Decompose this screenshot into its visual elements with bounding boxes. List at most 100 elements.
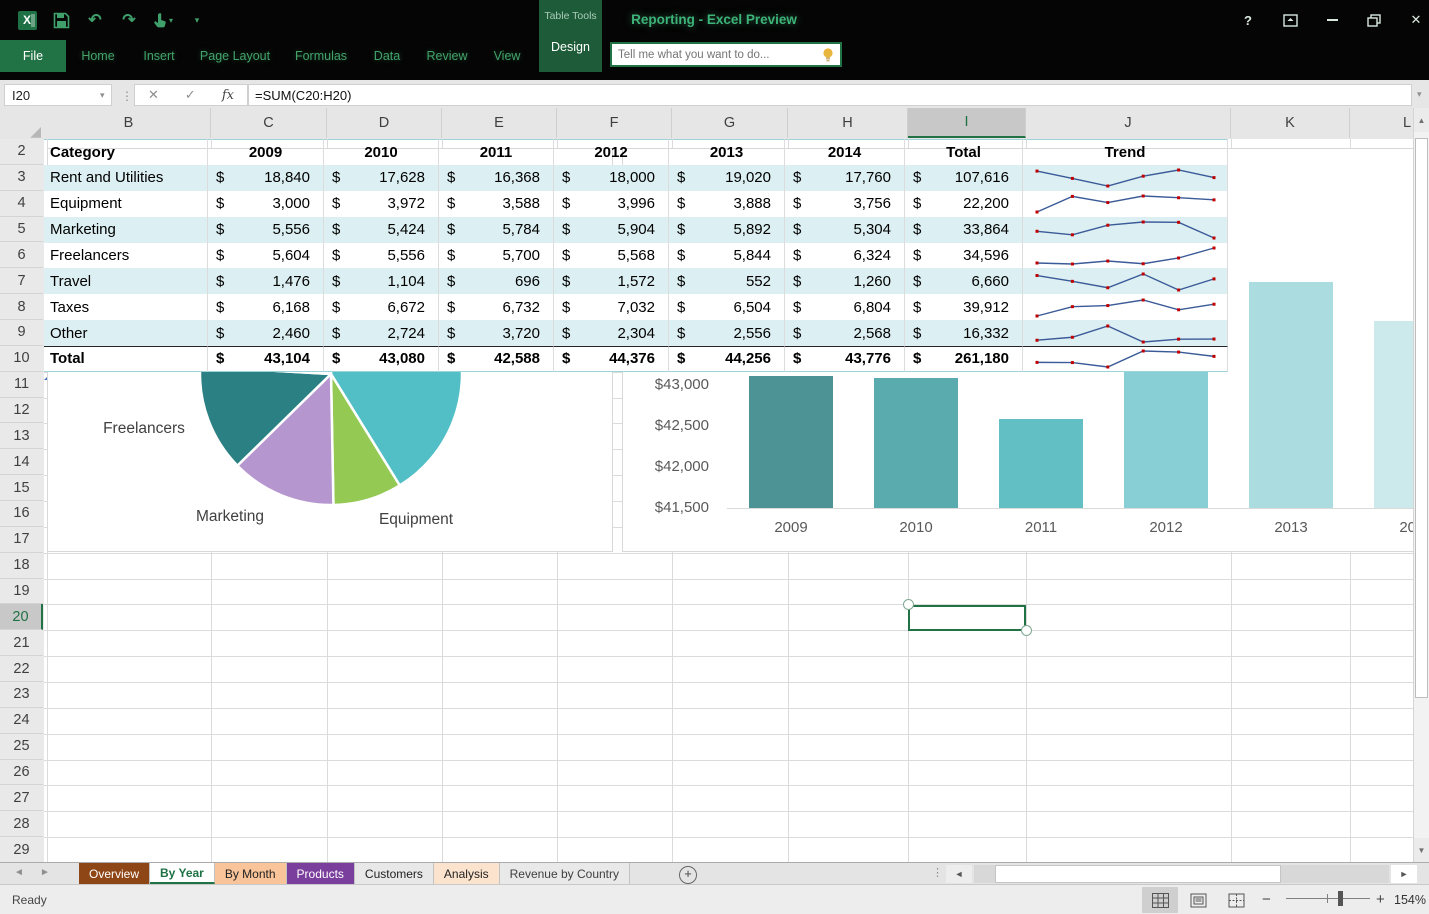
table-cell[interactable]: $19,020 xyxy=(669,165,785,191)
row-header-26[interactable]: 26 xyxy=(0,760,43,786)
table-cell[interactable] xyxy=(1023,320,1228,346)
table-cell[interactable]: $16,368 xyxy=(439,165,554,191)
scroll-down-icon[interactable]: ▼ xyxy=(1414,838,1429,862)
table-cell[interactable]: $5,304 xyxy=(785,216,905,243)
ribbon-tab-review[interactable]: Review xyxy=(427,49,468,63)
row-header-22[interactable]: 22 xyxy=(0,656,43,682)
select-all-corner[interactable]: ◢ xyxy=(0,108,45,140)
restore-icon[interactable] xyxy=(1358,8,1390,32)
table-cell[interactable]: $44,376 xyxy=(554,345,669,372)
sheet-nav-next-icon[interactable]: ► xyxy=(40,867,50,878)
table-cell[interactable]: $5,568 xyxy=(554,242,669,269)
formula-input[interactable] xyxy=(249,87,1411,103)
table-cell[interactable]: $5,844 xyxy=(669,242,785,269)
table-cell[interactable]: $1,476 xyxy=(208,268,324,295)
row-header-24[interactable]: 24 xyxy=(0,708,43,734)
column-header-D[interactable]: D xyxy=(327,108,442,138)
table-cell[interactable]: $39,912 xyxy=(905,294,1023,321)
row-header-13[interactable]: 13 xyxy=(0,423,43,450)
table-header-trend[interactable]: Trend xyxy=(1023,139,1228,165)
column-header-K[interactable]: K xyxy=(1231,108,1350,138)
row-header-14[interactable]: 14 xyxy=(0,449,43,476)
table-cell[interactable]: $3,756 xyxy=(785,190,905,217)
row-header-20[interactable]: 20 xyxy=(0,604,43,631)
table-header-2011[interactable]: 2011 xyxy=(439,139,554,165)
column-header-I[interactable]: I xyxy=(908,108,1026,138)
table-cell[interactable]: $6,660 xyxy=(905,268,1023,295)
zoom-out-icon[interactable]: − xyxy=(1262,891,1271,908)
table-cell[interactable]: $16,332 xyxy=(905,320,1023,346)
row-header-5[interactable]: 5 xyxy=(0,217,43,243)
table-cell[interactable]: $3,888 xyxy=(669,190,785,217)
row-header-12[interactable]: 12 xyxy=(0,398,43,424)
table-cell[interactable]: Rent and Utilities xyxy=(44,165,208,191)
column-header-F[interactable]: F xyxy=(557,108,672,138)
table-cell[interactable]: $18,000 xyxy=(554,165,669,191)
tab-file[interactable]: File xyxy=(0,40,66,72)
selected-cell-I20[interactable] xyxy=(908,604,1026,631)
table-cell[interactable]: $5,904 xyxy=(554,216,669,243)
table-header-2010[interactable]: 2010 xyxy=(324,139,439,165)
tab-design[interactable]: Design xyxy=(539,40,602,54)
table-cell[interactable]: $6,732 xyxy=(439,294,554,321)
table-cell[interactable]: $6,324 xyxy=(785,242,905,269)
table-cell[interactable]: $3,720 xyxy=(439,320,554,346)
table-cell[interactable]: $552 xyxy=(669,268,785,295)
table-cell[interactable]: Total xyxy=(44,345,208,372)
table-cell[interactable]: $1,572 xyxy=(554,268,669,295)
table-cell[interactable]: Travel xyxy=(44,268,208,295)
ribbon-tab-insert[interactable]: Insert xyxy=(143,49,174,63)
table-cell[interactable]: Other xyxy=(44,320,208,346)
row-header-4[interactable]: 4 xyxy=(0,191,43,217)
bar-2010[interactable] xyxy=(874,378,958,508)
table-cell[interactable]: $2,304 xyxy=(554,320,669,346)
table-cell[interactable]: $7,032 xyxy=(554,294,669,321)
table-cell[interactable]: $2,568 xyxy=(785,320,905,346)
page-layout-view-icon[interactable] xyxy=(1180,887,1216,913)
column-header-H[interactable]: H xyxy=(788,108,908,138)
zoom-in-icon[interactable]: + xyxy=(1376,891,1385,908)
row-header-2[interactable]: 2 xyxy=(0,139,43,165)
table-cell[interactable] xyxy=(1023,216,1228,243)
table-cell[interactable] xyxy=(1023,268,1228,295)
bar-2013[interactable] xyxy=(1249,282,1333,508)
zoom-slider-handle[interactable] xyxy=(1338,891,1343,906)
table-cell[interactable]: Equipment xyxy=(44,190,208,217)
table-cell[interactable]: $3,972 xyxy=(324,190,439,217)
name-box-dropdown-icon[interactable]: ▾ xyxy=(100,90,105,101)
column-header-E[interactable]: E xyxy=(442,108,557,138)
row-header-21[interactable]: 21 xyxy=(0,630,43,657)
table-cell[interactable] xyxy=(1023,242,1228,269)
table-cell[interactable]: $6,672 xyxy=(324,294,439,321)
insert-function-icon[interactable]: fx xyxy=(222,88,234,103)
page-break-view-icon[interactable] xyxy=(1218,887,1254,913)
column-header-L[interactable]: L xyxy=(1350,108,1413,138)
sheet-tab-customers[interactable]: Customers xyxy=(354,863,434,884)
formula-bar-splitter-icon[interactable]: ⋮ xyxy=(121,89,133,103)
help-icon[interactable]: ? xyxy=(1232,8,1264,32)
table-cell[interactable] xyxy=(1023,345,1228,372)
table-cell[interactable]: Freelancers xyxy=(44,242,208,269)
zoom-slider-track[interactable] xyxy=(1286,898,1370,899)
table-header-2012[interactable]: 2012 xyxy=(554,139,669,165)
table-cell[interactable]: $43,776 xyxy=(785,345,905,372)
table-cell[interactable]: $107,616 xyxy=(905,165,1023,191)
table-header-category[interactable]: Category xyxy=(44,139,208,165)
selection-handle-top[interactable] xyxy=(902,599,914,610)
table-header-2009[interactable]: 2009 xyxy=(208,139,324,165)
row-header-29[interactable]: 29 xyxy=(0,837,43,862)
table-cell[interactable]: $5,892 xyxy=(669,216,785,243)
row-header-16[interactable]: 16 xyxy=(0,501,43,527)
selection-handle-bottom[interactable] xyxy=(1020,625,1032,636)
horizontal-scrollbar-thumb[interactable] xyxy=(995,865,1281,883)
table-cell[interactable]: $5,604 xyxy=(208,242,324,269)
row-header-25[interactable]: 25 xyxy=(0,734,43,760)
sheet-tab-by-year[interactable]: By Year xyxy=(150,863,215,884)
sheet-tab-revenue-by-country[interactable]: Revenue by Country xyxy=(499,863,631,884)
ribbon-tab-home[interactable]: Home xyxy=(81,49,114,63)
row-header-11[interactable]: 11 xyxy=(0,372,43,398)
sheet-tab-overview[interactable]: Overview xyxy=(79,863,151,884)
ribbon-tab-view[interactable]: View xyxy=(494,49,521,63)
vertical-scrollbar[interactable]: ▲ ▼ xyxy=(1413,108,1429,862)
row-header-27[interactable]: 27 xyxy=(0,785,43,812)
